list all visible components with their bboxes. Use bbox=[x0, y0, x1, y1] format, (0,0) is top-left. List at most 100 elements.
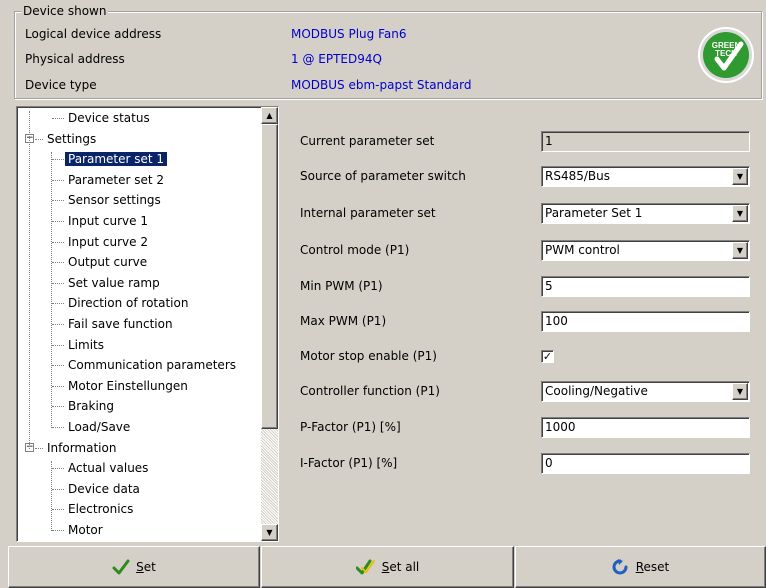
tree-connector bbox=[35, 447, 43, 449]
tree-item[interactable]: Set value ramp bbox=[52, 274, 160, 292]
dropdown-arrow-icon[interactable]: ▼ bbox=[732, 205, 748, 222]
tree-item-label: Input curve 2 bbox=[68, 234, 148, 249]
physical-address-label: Physical address bbox=[25, 52, 125, 66]
scroll-down-button[interactable]: ▼ bbox=[261, 524, 278, 541]
tree-connector bbox=[52, 324, 64, 325]
tree-item-label: Electronics bbox=[68, 502, 134, 517]
tree-item[interactable]: Output curve bbox=[52, 253, 148, 271]
tree-item[interactable]: Load/Save bbox=[52, 418, 131, 436]
tree-connector bbox=[52, 385, 64, 387]
param-dropdown[interactable]: RS485/Bus ▼ bbox=[541, 166, 750, 187]
scroll-up-button[interactable]: ▲ bbox=[261, 107, 278, 124]
tree-item[interactable]: Motor Einstellungen bbox=[52, 377, 188, 395]
tree-connector bbox=[52, 530, 64, 531]
tree-guide-line bbox=[51, 152, 52, 428]
tree-item-label: Load/Save bbox=[68, 420, 131, 434]
tree-item-label: Communication parameters bbox=[68, 358, 236, 373]
param-input[interactable]: 100 bbox=[541, 311, 750, 332]
tree-content: Device status − Settings Parameter set 1 Par… bbox=[17, 107, 261, 541]
tree-item[interactable]: Electronics bbox=[52, 500, 134, 518]
param-label: Max PWM (P1) bbox=[300, 314, 387, 328]
tree-item-label: Motor bbox=[68, 523, 103, 537]
tree-connector bbox=[52, 118, 64, 119]
motor-stop-checkbox[interactable]: ✓ bbox=[541, 350, 554, 363]
physical-address-value: 1 @ EPTED94Q bbox=[291, 52, 382, 66]
param-input[interactable]: 1000 bbox=[541, 417, 750, 438]
tree-connector bbox=[52, 468, 64, 470]
tree-item[interactable]: − Information bbox=[25, 439, 117, 457]
tree-item-label: Settings bbox=[47, 131, 97, 146]
param-label: Motor stop enable (P1) bbox=[300, 349, 437, 363]
tree-item-label: Parameter set 1 bbox=[65, 152, 168, 167]
tree-item[interactable]: Device data bbox=[52, 480, 140, 498]
tree-connector bbox=[35, 138, 43, 140]
tree-connector bbox=[52, 488, 64, 490]
tree-item[interactable]: − Settings bbox=[25, 130, 97, 148]
tree-item-label: Limits bbox=[68, 337, 104, 352]
tree-item[interactable]: Communication parameters bbox=[52, 356, 236, 374]
param-value: RS485/Bus bbox=[545, 169, 610, 183]
set-all-button[interactable]: Set all bbox=[261, 546, 514, 588]
green-tech-logo: GREEN TECH bbox=[697, 26, 755, 84]
param-input[interactable]: 5 bbox=[541, 276, 750, 297]
dropdown-arrow-icon[interactable]: ▼ bbox=[732, 242, 748, 259]
tree-connector bbox=[52, 344, 64, 346]
tree-item[interactable]: Limits bbox=[52, 336, 104, 354]
tree-item-label: Parameter set 2 bbox=[68, 172, 165, 187]
param-value: 100 bbox=[545, 314, 568, 328]
dropdown-arrow-icon[interactable]: ▼ bbox=[732, 383, 748, 400]
param-dropdown[interactable]: PWM control ▼ bbox=[541, 240, 750, 261]
scroll-thumb[interactable] bbox=[261, 124, 278, 429]
tree-connector bbox=[52, 406, 64, 408]
param-label: Control mode (P1) bbox=[300, 243, 410, 257]
param-value: Cooling/Negative bbox=[545, 384, 648, 398]
tree-scrollbar[interactable]: ▲ ▼ bbox=[261, 107, 278, 541]
tree-item-label: Fail save function bbox=[68, 317, 173, 331]
tree-item[interactable]: Parameter set 2 bbox=[52, 171, 165, 189]
tree-item[interactable]: Motor bbox=[52, 521, 103, 539]
param-dropdown[interactable]: Parameter Set 1 ▼ bbox=[541, 203, 750, 224]
set-button[interactable]: Set bbox=[8, 546, 260, 588]
param-label: Internal parameter set bbox=[300, 206, 436, 220]
tree-item[interactable]: Fail save function bbox=[52, 315, 173, 333]
tree-connector bbox=[52, 241, 64, 243]
tree-connector bbox=[52, 179, 64, 181]
tree-connector bbox=[52, 427, 64, 428]
param-label: Current parameter set bbox=[300, 134, 435, 148]
tree-guide-line bbox=[51, 461, 52, 531]
tree-item-label: Output curve bbox=[68, 255, 148, 270]
tree-item[interactable]: Input curve 2 bbox=[52, 233, 148, 251]
tree-item-label: Information bbox=[47, 440, 117, 455]
device-type-value: MODBUS ebm-papst Standard bbox=[291, 78, 472, 92]
tree-item-label: Sensor settings bbox=[68, 193, 161, 208]
tree-connector bbox=[52, 159, 64, 161]
tree-item-label: Device data bbox=[68, 481, 140, 496]
tree-connector bbox=[52, 200, 64, 202]
tree-item[interactable]: Direction of rotation bbox=[52, 294, 188, 312]
param-dropdown[interactable]: Cooling/Negative ▼ bbox=[541, 381, 750, 402]
param-value: 5 bbox=[545, 279, 553, 293]
tree-item[interactable]: Parameter set 1 bbox=[52, 150, 168, 168]
reset-button[interactable]: Reset bbox=[515, 546, 766, 588]
param-value: 0 bbox=[545, 456, 553, 470]
tree-item[interactable]: Input curve 1 bbox=[52, 212, 148, 230]
param-label: Min PWM (P1) bbox=[300, 279, 383, 293]
tree-item-label: Motor Einstellungen bbox=[68, 378, 188, 393]
logical-address-label: Logical device address bbox=[25, 27, 162, 41]
reset-icon bbox=[612, 559, 628, 575]
param-value: PWM control bbox=[545, 243, 620, 257]
dropdown-arrow-icon[interactable]: ▼ bbox=[732, 168, 748, 185]
tree-item[interactable]: Actual values bbox=[52, 459, 148, 477]
navigation-tree[interactable]: Device status − Settings Parameter set 1 Par… bbox=[16, 106, 279, 542]
tree-item-label: Device status bbox=[68, 111, 150, 125]
tree-item[interactable]: Sensor settings bbox=[52, 191, 161, 209]
param-value: Parameter Set 1 bbox=[545, 206, 643, 220]
param-input[interactable]: 0 bbox=[541, 453, 750, 474]
param-value: 1 bbox=[545, 134, 553, 148]
tree-item[interactable]: Braking bbox=[52, 397, 114, 415]
tree-item[interactable]: Device status bbox=[52, 109, 150, 127]
check-icon bbox=[112, 559, 130, 575]
device-type-label: Device type bbox=[25, 78, 97, 92]
reset-button-label: Reset bbox=[635, 560, 670, 574]
device-shown-group: Device shown Logical device address MODB… bbox=[14, 4, 762, 99]
